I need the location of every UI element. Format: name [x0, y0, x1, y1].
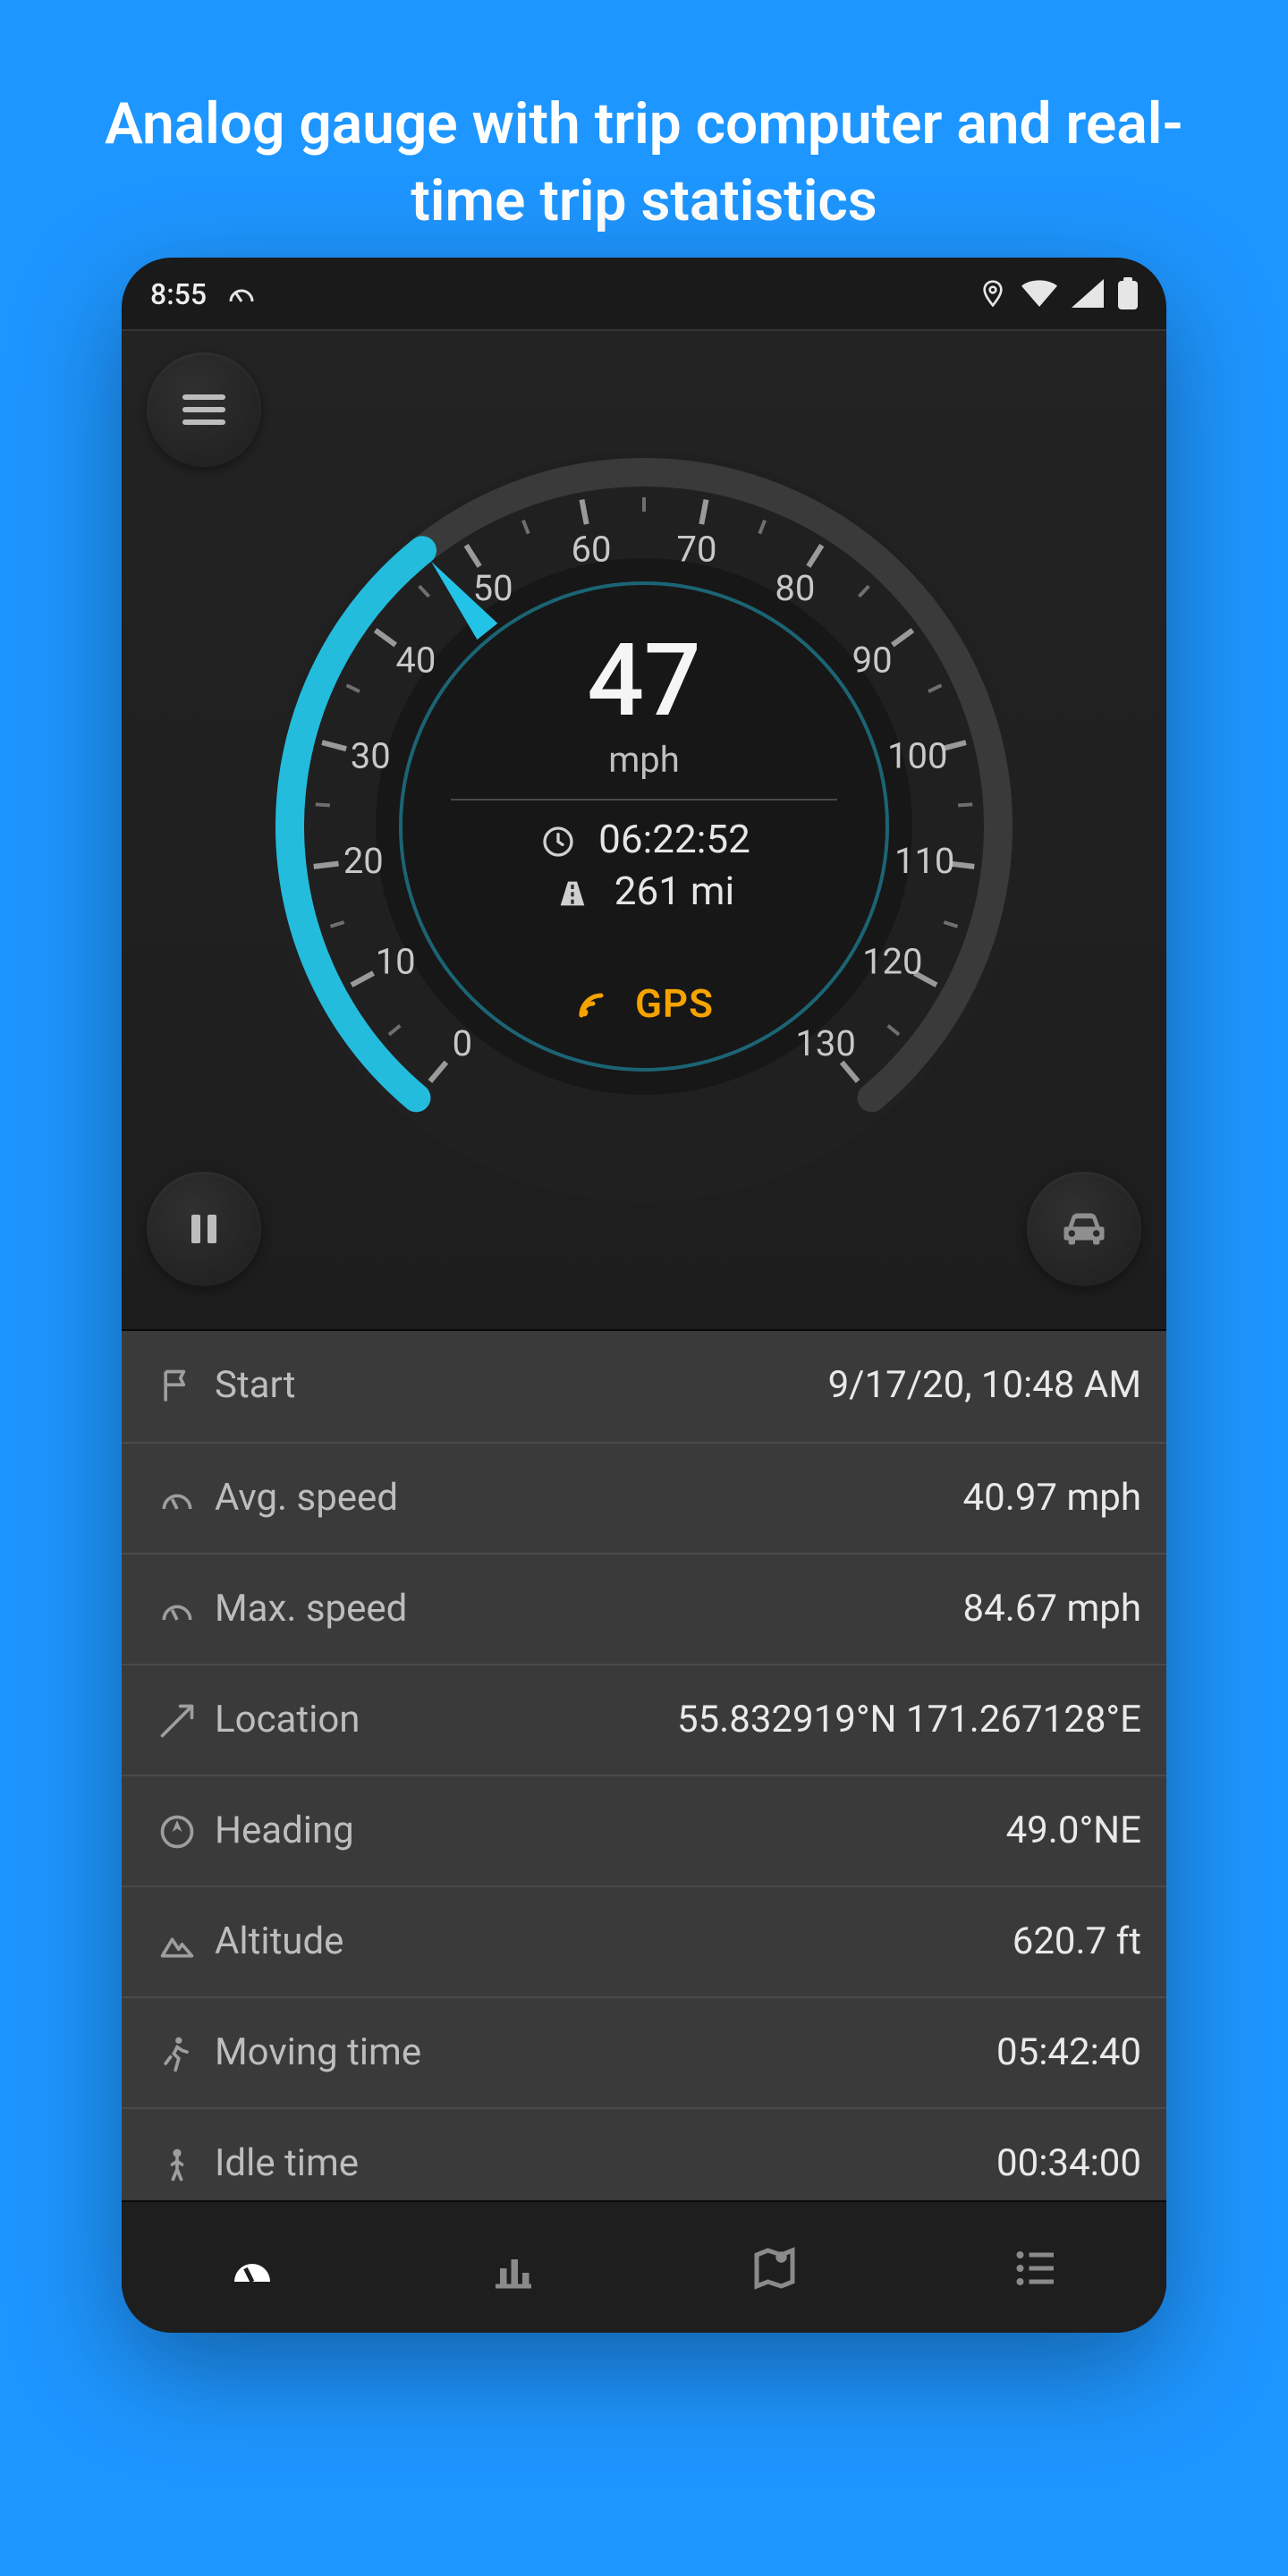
- svg-text:70: 70: [677, 529, 717, 571]
- gauge-readout: 47 mph 06:22:52 261 mi: [411, 631, 877, 1030]
- elapsed-time: 06:22:52: [598, 818, 750, 863]
- svg-text:10: 10: [376, 941, 416, 983]
- nav-map[interactable]: [644, 2202, 905, 2333]
- stat-value: 40.97 mph: [963, 1477, 1141, 1520]
- stat-value: 00:34:00: [996, 2142, 1141, 2185]
- flag-icon: [147, 1367, 208, 1406]
- svg-text:60: 60: [571, 529, 611, 571]
- bottom-nav: [122, 2200, 1166, 2333]
- stat-row[interactable]: Avg. speed 40.97 mph: [122, 1442, 1166, 1553]
- compass-icon: [147, 1811, 208, 1851]
- stat-value: 620.7 ft: [1013, 1920, 1141, 1963]
- satellite-icon: [574, 979, 617, 1030]
- svg-text:50: 50: [473, 567, 513, 609]
- location-icon: [979, 279, 1007, 308]
- gps-label: GPS: [635, 982, 714, 1027]
- arrow-icon: [147, 1700, 208, 1740]
- speed-value: 47: [411, 631, 877, 731]
- readout-divider: [451, 799, 837, 801]
- nav-dashboard[interactable]: [122, 2202, 383, 2333]
- battery-icon: [1118, 277, 1138, 309]
- dashboard-icon: [225, 2241, 279, 2294]
- stat-label: Location: [215, 1699, 360, 1741]
- svg-text:110: 110: [894, 840, 954, 882]
- stat-row[interactable]: Altitude 620.7 ft: [122, 1885, 1166, 1996]
- promo-title: Analog gauge with trip computer and real…: [0, 0, 1288, 241]
- stat-value: 05:42:40: [996, 2031, 1141, 2074]
- status-time: 8:55: [150, 276, 207, 310]
- walk-icon: [147, 2033, 208, 2072]
- map-icon: [748, 2241, 801, 2294]
- svg-text:100: 100: [887, 734, 947, 776]
- trip-distance: 261 mi: [614, 870, 734, 915]
- nav-chart[interactable]: [383, 2202, 644, 2333]
- stat-label: Heading: [215, 1809, 354, 1852]
- svg-text:20: 20: [343, 840, 384, 882]
- road-icon: [554, 875, 593, 911]
- stat-label: Moving time: [215, 2031, 421, 2074]
- pause-icon: [182, 1208, 225, 1250]
- chart-icon: [487, 2241, 540, 2294]
- gauge-icon: [147, 1479, 208, 1518]
- speed-unit: mph: [411, 738, 877, 781]
- stat-label: Idle time: [215, 2142, 359, 2185]
- trip-stats-list[interactable]: Start 9/17/20, 10:48 AM Avg. speed 40.97 mp…: [122, 1331, 1166, 2218]
- stat-row[interactable]: Start 9/17/20, 10:48 AM: [122, 1331, 1166, 1442]
- pause-button[interactable]: [147, 1172, 261, 1286]
- car-icon: [1057, 1202, 1111, 1256]
- svg-text:30: 30: [351, 734, 391, 776]
- stat-row[interactable]: Heading 49.0°NE: [122, 1775, 1166, 1885]
- stat-row[interactable]: Moving time 05:42:40: [122, 1996, 1166, 2107]
- list-icon: [1009, 2241, 1063, 2294]
- stat-label: Altitude: [215, 1920, 343, 1963]
- stat-value: 9/17/20, 10:48 AM: [828, 1365, 1141, 1408]
- stat-label: Max. speed: [215, 1588, 407, 1631]
- hamburger-icon: [179, 385, 229, 435]
- status-bar: 8:55: [122, 258, 1166, 329]
- gauge-small-icon: [225, 277, 257, 309]
- stat-row[interactable]: Max. speed 84.67 mph: [122, 1553, 1166, 1664]
- wifi-icon: [1021, 279, 1057, 308]
- cell-icon: [1072, 279, 1104, 308]
- stat-row[interactable]: Location 55.832919°N 171.267128°E: [122, 1664, 1166, 1775]
- gauge-icon: [147, 1589, 208, 1629]
- phone-frame: 8:55 010203040506070809010: [122, 258, 1166, 2333]
- stat-value: 49.0°NE: [1006, 1809, 1141, 1852]
- stat-value: 84.67 mph: [963, 1588, 1141, 1631]
- menu-button[interactable]: [147, 352, 261, 467]
- person-icon: [147, 2144, 208, 2183]
- svg-text:80: 80: [775, 567, 815, 609]
- vehicle-button[interactable]: [1027, 1172, 1141, 1286]
- mountain-icon: [147, 1922, 208, 1962]
- nav-list[interactable]: [905, 2202, 1166, 2333]
- stat-label: Avg. speed: [215, 1477, 398, 1520]
- gauge-panel: 0102030405060708090100110120130 47 mph 0…: [122, 329, 1166, 1331]
- stat-value: 55.832919°N 171.267128°E: [677, 1699, 1141, 1741]
- clock-icon: [538, 823, 577, 859]
- stat-label: Start: [215, 1365, 296, 1408]
